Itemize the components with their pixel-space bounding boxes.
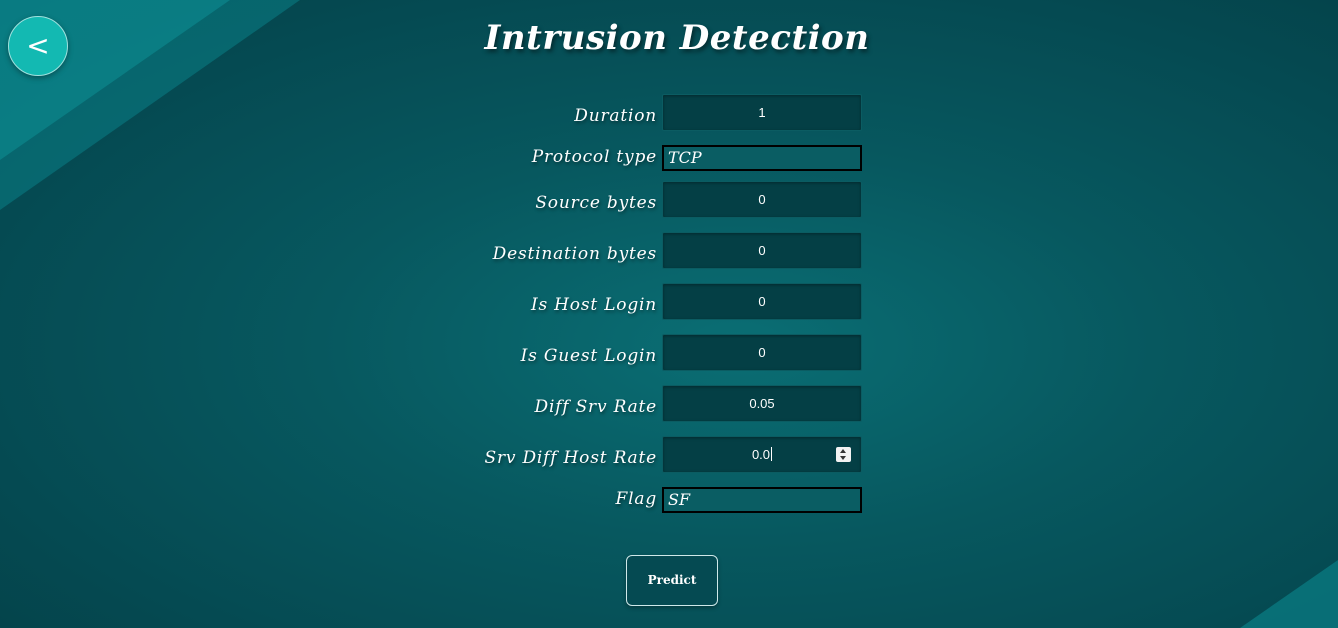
diff-srv-rate-input[interactable]: 0.05	[662, 385, 862, 422]
spinner-up-icon[interactable]	[840, 449, 846, 453]
is-host-login-input[interactable]: 0	[662, 283, 862, 320]
destination-bytes-label: Destination bytes	[492, 244, 657, 264]
protocol-type-label: Protocol type	[531, 147, 657, 167]
predict-button[interactable]: Predict	[626, 555, 718, 606]
spinner-down-icon[interactable]	[840, 456, 846, 460]
number-spinner-icon[interactable]	[836, 447, 851, 462]
srv-diff-host-rate-value: 0.0	[751, 447, 771, 462]
srv-diff-host-rate-input[interactable]: 0.0	[662, 436, 862, 473]
source-bytes-label: Source bytes	[535, 193, 657, 213]
is-guest-login-input[interactable]: 0	[662, 334, 862, 371]
destination-bytes-input[interactable]: 0	[662, 232, 862, 269]
flag-input[interactable]: SF	[662, 487, 862, 513]
diff-srv-rate-label: Diff Srv Rate	[534, 397, 657, 417]
page-title: Intrusion Detection	[484, 18, 870, 58]
is-host-login-label: Is Host Login	[530, 295, 657, 315]
protocol-type-input[interactable]: TCP	[662, 145, 862, 171]
flag-label: Flag	[615, 489, 657, 509]
source-bytes-input[interactable]: 0	[662, 181, 862, 218]
srv-diff-host-rate-label: Srv Diff Host Rate	[484, 448, 657, 468]
duration-input[interactable]: 1	[662, 94, 862, 131]
duration-label: Duration	[574, 106, 657, 126]
text-caret	[771, 447, 773, 461]
is-guest-login-label: Is Guest Login	[520, 346, 657, 366]
